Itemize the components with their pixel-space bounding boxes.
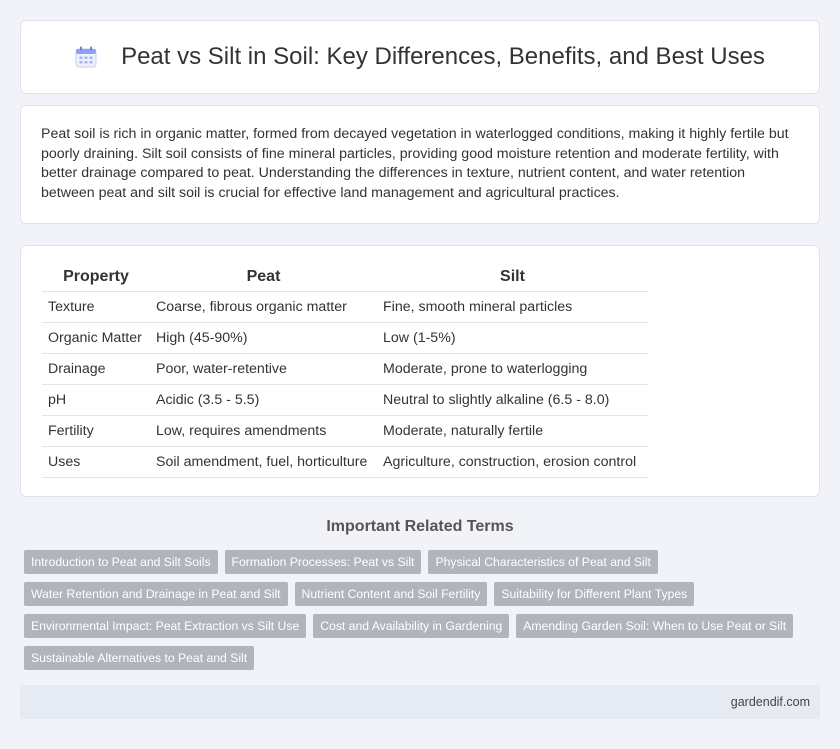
intro-paragraph: Peat soil is rich in organic matter, for… [41, 126, 789, 202]
table-row: pH Acidic (3.5 - 5.5) Neutral to slightl… [42, 384, 648, 416]
header: Peat vs Silt in Soil: Key Differences, B… [21, 21, 819, 93]
related-terms-list: Introduction to Peat and Silt Soils Form… [24, 550, 804, 678]
cell-peat: Acidic (3.5 - 5.5) [150, 384, 377, 416]
related-term-link[interactable]: Environmental Impact: Peat Extraction vs… [24, 614, 307, 638]
cell-property: Drainage [42, 353, 150, 385]
footer-site-link[interactable]: gardendif.com [731, 685, 810, 719]
cell-property: Fertility [42, 415, 150, 447]
tag-row: Sustainable Alternatives to Peat and Sil… [24, 646, 804, 670]
tag-row: Environmental Impact: Peat Extraction vs… [24, 614, 804, 638]
cell-property: Uses [42, 446, 150, 478]
table-row: Organic Matter High (45-90%) Low (1-5%) [42, 322, 648, 354]
page-title: Peat vs Silt in Soil: Key Differences, B… [121, 43, 765, 70]
cell-silt: Moderate, naturally fertile [377, 415, 648, 447]
cell-peat: High (45-90%) [150, 322, 377, 354]
comparison-table: Property Peat Silt Texture Coarse, fibro… [42, 263, 648, 478]
table-row: Drainage Poor, water-retentive Moderate,… [42, 353, 648, 385]
header-silt: Silt [377, 263, 648, 292]
tag-row: Introduction to Peat and Silt Soils Form… [24, 550, 804, 574]
cell-peat: Poor, water-retentive [150, 353, 377, 385]
related-term-link[interactable]: Physical Characteristics of Peat and Sil… [428, 550, 658, 574]
cell-peat: Soil amendment, fuel, horticulture [150, 446, 377, 478]
table-row: Fertility Low, requires amendments Moder… [42, 415, 648, 447]
cell-peat: Coarse, fibrous organic matter [150, 291, 377, 323]
tag-row: Water Retention and Drainage in Peat and… [24, 582, 804, 606]
table-row: Texture Coarse, fibrous organic matter F… [42, 291, 648, 323]
related-term-link[interactable]: Water Retention and Drainage in Peat and… [24, 582, 288, 606]
header-peat: Peat [150, 263, 377, 292]
cell-silt: Fine, smooth mineral particles [377, 291, 648, 323]
header-property: Property [42, 263, 150, 292]
footer: gardendif.com [20, 685, 820, 719]
comparison-card: Property Peat Silt Texture Coarse, fibro… [20, 245, 820, 497]
related-term-link[interactable]: Cost and Availability in Gardening [313, 614, 510, 638]
related-term-link[interactable]: Formation Processes: Peat vs Silt [224, 550, 422, 574]
cell-property: Organic Matter [42, 322, 150, 354]
related-term-link[interactable]: Nutrient Content and Soil Fertility [294, 582, 488, 606]
cell-silt: Low (1-5%) [377, 322, 648, 354]
cell-property: Texture [42, 291, 150, 323]
header-card: Peat vs Silt in Soil: Key Differences, B… [20, 20, 820, 94]
table-row: Uses Soil amendment, fuel, horticulture … [42, 446, 648, 478]
cell-property: pH [42, 384, 150, 416]
related-term-link[interactable]: Amending Garden Soil: When to Use Peat o… [516, 614, 794, 638]
related-term-link[interactable]: Introduction to Peat and Silt Soils [24, 550, 218, 574]
cell-silt: Agriculture, construction, erosion contr… [377, 446, 648, 478]
cell-silt: Moderate, prone to waterlogging [377, 353, 648, 385]
cell-silt: Neutral to slightly alkaline (6.5 - 8.0) [377, 384, 648, 416]
related-terms-title: Important Related Terms [326, 518, 514, 535]
intro-card: Peat soil is rich in organic matter, for… [20, 105, 820, 224]
table-header-row: Property Peat Silt [42, 263, 648, 292]
calendar-icon [75, 46, 97, 68]
related-term-link[interactable]: Suitability for Different Plant Types [494, 582, 695, 606]
related-term-link[interactable]: Sustainable Alternatives to Peat and Sil… [24, 646, 255, 670]
cell-peat: Low, requires amendments [150, 415, 377, 447]
